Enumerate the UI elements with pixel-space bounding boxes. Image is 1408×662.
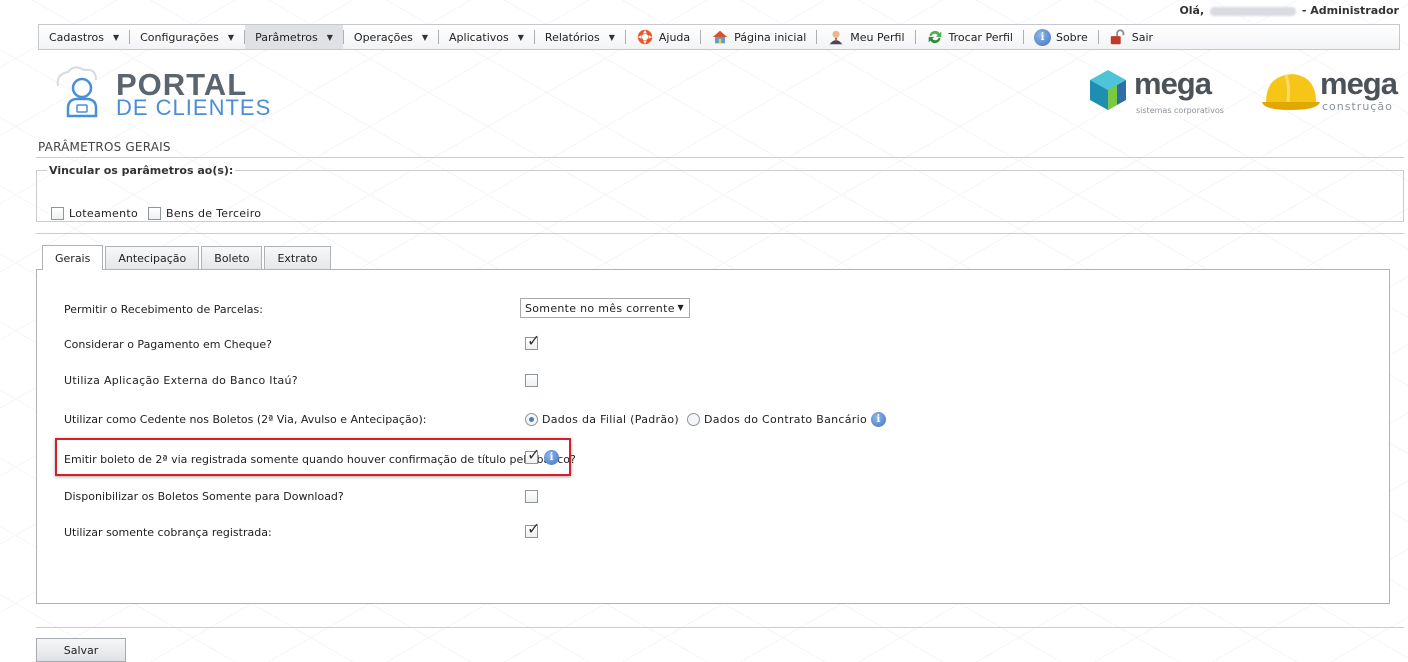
user-profile-icon — [829, 30, 843, 45]
menu-label: Cadastros — [49, 30, 104, 44]
menu-sair[interactable]: Sair — [1099, 25, 1163, 49]
menu-label: Aplicativos — [449, 30, 509, 44]
cobranca-registrada-checkbox[interactable]: ✓ — [525, 521, 540, 538]
boletos-download-checkbox[interactable] — [525, 490, 538, 503]
chevron-down-icon: ▼ — [517, 32, 524, 42]
menu-operacoes[interactable]: Operações ▼ — [344, 25, 438, 49]
vincular-legend: Vincular os parâmetros ao(s): — [49, 164, 234, 177]
page-title: PARÂMETROS GERAIS — [38, 140, 171, 154]
menu-trocar-perfil[interactable]: Trocar Perfil — [916, 25, 1023, 49]
mega1-tagline: sistemas corporativos — [1136, 106, 1224, 115]
lifebuoy-icon — [637, 29, 653, 45]
menu-label: Meu Perfil — [850, 30, 905, 44]
menu-label: Página inicial — [734, 30, 807, 44]
chevron-down-icon: ▼ — [677, 303, 684, 312]
mega-cube-icon — [1090, 70, 1126, 110]
cedente-filial-radio[interactable] — [525, 413, 538, 426]
portal-logo-line2: DE CLIENTES — [116, 95, 272, 120]
checkmark-icon: ✓ — [527, 519, 541, 538]
vincular-parametros-group: Vincular os parâmetros ao(s): Loteamento… — [36, 164, 1404, 222]
menu-configuracoes[interactable]: Configurações ▼ — [130, 25, 244, 49]
title-divider — [36, 157, 1404, 158]
radio-selected-dot — [529, 417, 534, 422]
loteamento-option[interactable]: Loteamento — [51, 207, 138, 220]
chevron-down-icon: ▼ — [326, 32, 333, 42]
vincular-options: Loteamento Bens de Terceiro — [51, 207, 261, 220]
bens-de-terceiro-option[interactable]: Bens de Terceiro — [147, 207, 262, 220]
menu-aplicativos[interactable]: Aplicativos ▼ — [439, 25, 534, 49]
menu-relatorios[interactable]: Relatórios ▼ — [535, 25, 625, 49]
menu-parametros[interactable]: Parâmetros ▼ — [245, 25, 343, 49]
portal-de-clientes-logo: PORTAL DE CLIENTES — [52, 64, 272, 124]
menu-label: Parâmetros — [255, 30, 318, 44]
considerar-cheque-checkbox[interactable]: ✓ — [525, 333, 540, 350]
tab-antecipacao[interactable]: Antecipação — [105, 246, 200, 270]
menu-label: Trocar Perfil — [948, 30, 1013, 44]
unlock-icon — [1110, 29, 1125, 45]
permitir-recebimento-select[interactable]: Somente no mês corrente ▼ — [520, 298, 690, 318]
emitir-boleto-checkbox[interactable]: ✓ — [525, 447, 540, 464]
menu-meu-perfil[interactable]: Meu Perfil — [817, 25, 914, 49]
cobranca-registrada-label: Utilizar somente cobrança registrada: — [64, 526, 272, 539]
info-icon[interactable]: i — [871, 412, 887, 427]
menu-label: Ajuda — [658, 30, 691, 44]
tab-gerais[interactable]: Gerais — [42, 245, 104, 270]
user-greeting: Olá, - Administrador — [1179, 4, 1399, 17]
cedente-contrato-label: Dados do Contrato Bancário — [704, 413, 868, 426]
checkmark-icon: ✓ — [527, 445, 541, 464]
tab-boleto[interactable]: Boleto — [201, 246, 263, 270]
bens-de-terceiro-label: Bens de Terceiro — [165, 207, 262, 220]
menu-label: Sobre — [1055, 30, 1088, 44]
greeting-role: - Administrador — [1301, 4, 1399, 17]
refresh-icon — [928, 30, 941, 44]
menu-sobre[interactable]: i Sobre — [1024, 25, 1098, 49]
hard-hat-icon — [1262, 74, 1320, 110]
menu-label: Relatórios — [544, 30, 600, 44]
mega-construcao-logo: mega construção — [1260, 66, 1400, 122]
loteamento-label: Loteamento — [69, 207, 138, 220]
permitir-recebimento-label: Permitir o Recebimento de Parcelas: — [64, 303, 263, 316]
menu-cadastros[interactable]: Cadastros ▼ — [39, 25, 129, 49]
menu-pagina-inicial[interactable]: Página inicial — [701, 25, 816, 49]
mega2-tagline: construção — [1322, 100, 1393, 113]
save-button[interactable]: Salvar — [36, 638, 126, 662]
mega2-wordmark: mega — [1320, 66, 1398, 101]
tab-extrato[interactable]: Extrato — [264, 246, 331, 270]
cedente-boletos-label: Utilizar como Cedente nos Boletos (2ª Vi… — [64, 413, 427, 426]
menu-label: Configurações — [140, 30, 219, 44]
main-menu-bar: Cadastros ▼ Configurações ▼ Parâmetros ▼ Op… — [38, 24, 1400, 50]
info-icon: i — [1033, 28, 1051, 46]
bens-de-terceiro-checkbox[interactable] — [147, 207, 161, 220]
menu-ajuda[interactable]: Ajuda — [626, 25, 700, 49]
cedente-radio-group: Dados da Filial (Padrão) Dados do Contra… — [525, 412, 887, 427]
menu-label: Operações — [353, 30, 413, 44]
tab-panel-gerais: Permitir o Recebimento de Parcelas: Some… — [36, 269, 1390, 604]
emitir-boleto-label: Emitir boleto de 2ª via registrada somen… — [64, 453, 576, 466]
chevron-down-icon: ▼ — [227, 32, 235, 42]
blurred-username — [1210, 6, 1297, 16]
mega-sistemas-logo: mega sistemas corporativos — [1088, 66, 1238, 122]
portal-user-icon — [56, 66, 98, 118]
info-icon[interactable]: i — [544, 450, 559, 465]
loteamento-checkbox[interactable] — [51, 207, 64, 220]
aplicacao-itau-label: Utiliza Aplicação Externa do Banco Itaú? — [64, 374, 298, 387]
section-divider — [36, 233, 1404, 234]
boletos-download-label: Disponibilizar os Boletos Somente para D… — [64, 490, 344, 503]
considerar-cheque-label: Considerar o Pagamento em Cheque? — [64, 338, 272, 351]
permitir-recebimento-value: Somente no mês corrente — [525, 301, 675, 315]
cedente-contrato-radio[interactable] — [687, 413, 700, 426]
parameters-tabs: Gerais Antecipação Boleto Extrato — [42, 245, 331, 270]
mega1-wordmark: mega — [1134, 66, 1212, 101]
checkmark-icon: ✓ — [527, 331, 541, 350]
greeting-prefix: Olá, — [1179, 4, 1205, 17]
cedente-filial-label: Dados da Filial (Padrão) — [542, 413, 679, 426]
menu-label: Sair — [1131, 30, 1154, 44]
chevron-down-icon: ▼ — [608, 32, 615, 42]
chevron-down-icon: ▼ — [421, 32, 429, 42]
chevron-down-icon: ▼ — [112, 32, 120, 42]
home-icon — [712, 30, 728, 44]
aplicacao-itau-checkbox[interactable] — [525, 374, 538, 387]
footer-divider — [36, 627, 1404, 628]
